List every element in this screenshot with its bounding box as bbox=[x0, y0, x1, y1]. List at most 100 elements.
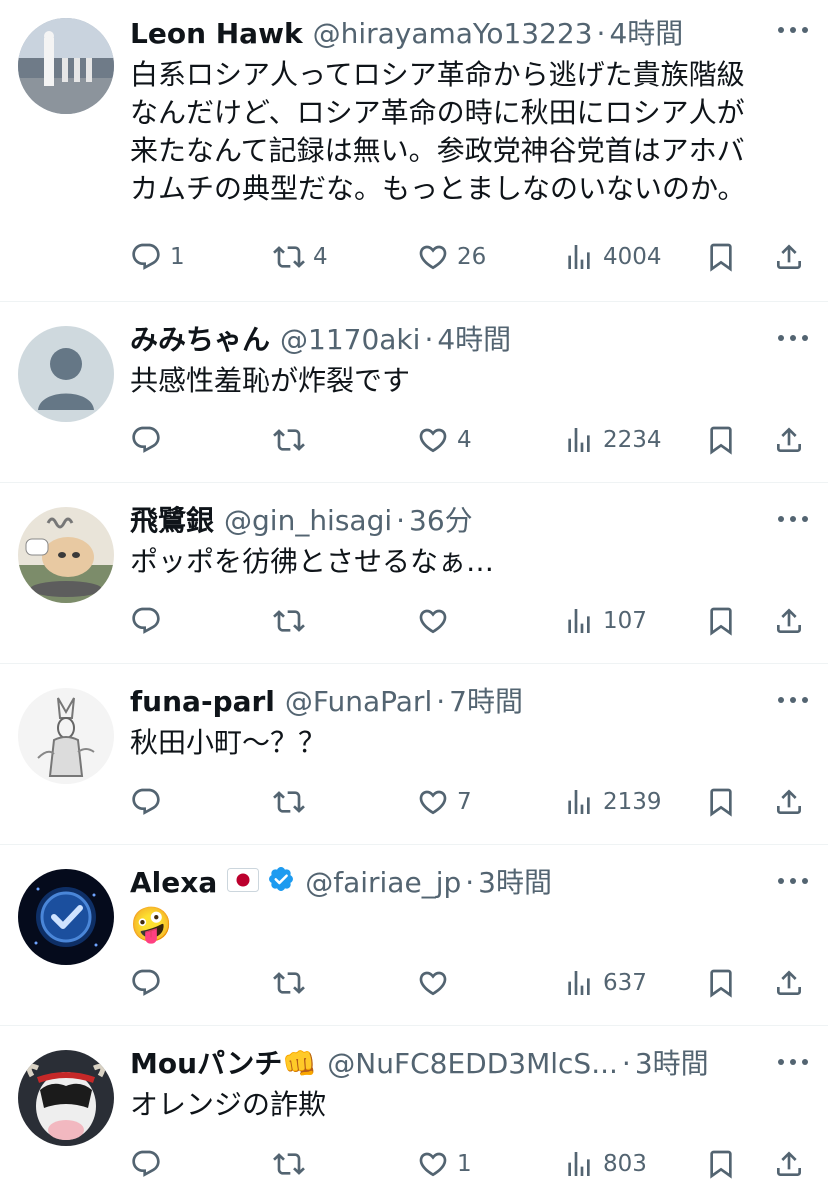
views-button[interactable]: 2234 bbox=[563, 420, 705, 460]
tweet[interactable]: Alexa @fairiae_jp · 3時間 🤪 637 bbox=[0, 845, 828, 1026]
retweet-icon bbox=[273, 246, 305, 268]
bookmark-button[interactable] bbox=[705, 782, 773, 822]
reply-button[interactable] bbox=[130, 782, 273, 822]
more-icon[interactable] bbox=[778, 328, 808, 348]
user-handle[interactable]: @fairiae_jp bbox=[305, 865, 461, 901]
avatar[interactable] bbox=[18, 688, 114, 784]
tweet-header: みみちゃん @1170aki · 4時間 bbox=[130, 302, 780, 358]
display-name[interactable]: funa-parl bbox=[130, 684, 275, 720]
share-button[interactable] bbox=[773, 237, 805, 277]
like-button[interactable]: 26 bbox=[417, 237, 563, 277]
share-icon bbox=[777, 244, 801, 269]
like-button[interactable] bbox=[417, 601, 563, 641]
share-button[interactable] bbox=[773, 1144, 805, 1184]
like-button[interactable]: 4 bbox=[417, 420, 563, 460]
share-button[interactable] bbox=[773, 963, 805, 1003]
timestamp[interactable]: 4時間 bbox=[609, 16, 683, 52]
user-handle[interactable]: @NuFC8EDD3MlcS... bbox=[327, 1046, 618, 1082]
views-button[interactable]: 2139 bbox=[563, 782, 705, 822]
reply-count: 1 bbox=[170, 244, 185, 270]
more-icon[interactable] bbox=[778, 1052, 808, 1072]
verified-badge-icon[interactable] bbox=[267, 865, 295, 902]
views-button[interactable]: 4004 bbox=[563, 237, 705, 277]
avatar[interactable] bbox=[18, 507, 114, 603]
heart-icon bbox=[419, 1152, 447, 1177]
display-name[interactable]: 飛鷺銀 bbox=[130, 503, 214, 539]
reply-button[interactable] bbox=[130, 1144, 273, 1184]
reply-button[interactable] bbox=[130, 963, 273, 1003]
user-handle[interactable]: @1170aki bbox=[280, 322, 420, 358]
tweet[interactable]: 飛鷺銀 @gin_hisagi · 36分 ポッポを彷彿とさせるなぁ… 107 bbox=[0, 483, 828, 664]
separator-dot: · bbox=[396, 504, 406, 537]
reply-button[interactable] bbox=[130, 601, 273, 641]
tweet[interactable]: みみちゃん @1170aki · 4時間 共感性羞恥が炸裂です 4 2234 bbox=[0, 302, 828, 483]
bookmark-button[interactable] bbox=[705, 963, 773, 1003]
bookmark-button[interactable] bbox=[705, 237, 773, 277]
separator-dot: · bbox=[424, 323, 434, 356]
bookmark-button[interactable] bbox=[705, 601, 773, 641]
retweet-button[interactable] bbox=[273, 782, 417, 822]
share-button[interactable] bbox=[773, 782, 805, 822]
heart-icon bbox=[419, 245, 447, 270]
views-button[interactable]: 107 bbox=[563, 601, 705, 641]
bookmark-button[interactable] bbox=[705, 1144, 773, 1184]
timestamp[interactable]: 4時間 bbox=[437, 322, 511, 358]
avatar[interactable] bbox=[18, 326, 114, 422]
heart-icon bbox=[419, 790, 447, 815]
reply-icon bbox=[132, 969, 160, 996]
display-name[interactable]: Leon Hawk bbox=[130, 16, 303, 52]
retweet-icon bbox=[273, 972, 305, 994]
timestamp[interactable]: 7時間 bbox=[449, 684, 523, 720]
user-handle[interactable]: @gin_hisagi bbox=[224, 503, 392, 539]
retweet-button[interactable] bbox=[273, 963, 417, 1003]
action-bar: 1 803 bbox=[130, 1144, 808, 1184]
more-icon[interactable] bbox=[778, 690, 808, 710]
bookmark-button[interactable] bbox=[705, 420, 773, 460]
timestamp[interactable]: 3時間 bbox=[635, 1046, 709, 1082]
avatar[interactable] bbox=[18, 869, 114, 965]
tweet-text: 🤪 bbox=[130, 905, 173, 945]
avatar[interactable] bbox=[18, 18, 114, 114]
timestamp[interactable]: 36分 bbox=[409, 503, 473, 539]
share-icon bbox=[777, 1151, 801, 1176]
bookmark-icon bbox=[710, 243, 732, 272]
views-button[interactable]: 803 bbox=[563, 1144, 705, 1184]
heart-icon bbox=[419, 609, 447, 634]
reply-button[interactable] bbox=[130, 420, 273, 460]
share-button[interactable] bbox=[773, 601, 805, 641]
share-button[interactable] bbox=[773, 420, 805, 460]
retweet-button[interactable] bbox=[273, 420, 417, 460]
like-count: 1 bbox=[457, 1151, 472, 1177]
reply-button[interactable]: 1 bbox=[130, 237, 273, 277]
like-button[interactable]: 7 bbox=[417, 782, 563, 822]
display-name[interactable]: みみちゃん bbox=[130, 322, 270, 358]
bookmark-icon bbox=[710, 1150, 732, 1179]
tweet[interactable]: Leon Hawk @hirayamaYo13223 · 4時間 白系ロシア人っ… bbox=[0, 0, 828, 302]
tweet-text: 共感性羞恥が炸裂です bbox=[130, 364, 411, 397]
heart-icon bbox=[419, 971, 447, 996]
views-button[interactable]: 637 bbox=[563, 963, 705, 1003]
separator-dot: · bbox=[596, 17, 606, 50]
views-count: 637 bbox=[603, 970, 647, 996]
avatar[interactable] bbox=[18, 1050, 114, 1146]
share-icon bbox=[777, 789, 801, 814]
retweet-button[interactable] bbox=[273, 601, 417, 641]
retweet-icon bbox=[273, 1153, 305, 1175]
reply-icon bbox=[132, 1150, 160, 1177]
more-icon[interactable] bbox=[778, 871, 808, 891]
like-button[interactable] bbox=[417, 963, 563, 1003]
retweet-button[interactable]: 4 bbox=[273, 237, 417, 277]
user-handle[interactable]: @FunaParl bbox=[285, 684, 432, 720]
tweet[interactable]: Mouパンチ👊 @NuFC8EDD3MlcS... · 3時間 オレンジの詐欺 … bbox=[0, 1026, 828, 1202]
timestamp[interactable]: 3時間 bbox=[478, 865, 552, 901]
like-button[interactable]: 1 bbox=[417, 1144, 563, 1184]
display-name[interactable]: Alexa bbox=[130, 865, 217, 901]
action-bar: 1 4 26 4004 bbox=[130, 237, 808, 277]
user-handle[interactable]: @hirayamaYo13223 bbox=[313, 16, 593, 52]
more-icon[interactable] bbox=[778, 20, 808, 40]
more-icon[interactable] bbox=[778, 509, 808, 529]
retweet-button[interactable] bbox=[273, 1144, 417, 1184]
views-icon bbox=[568, 1152, 590, 1176]
tweet[interactable]: funa-parl @FunaParl · 7時間 秋田小町〜？？ 7 2139 bbox=[0, 664, 828, 845]
display-name[interactable]: Mouパンチ👊 bbox=[130, 1046, 317, 1082]
